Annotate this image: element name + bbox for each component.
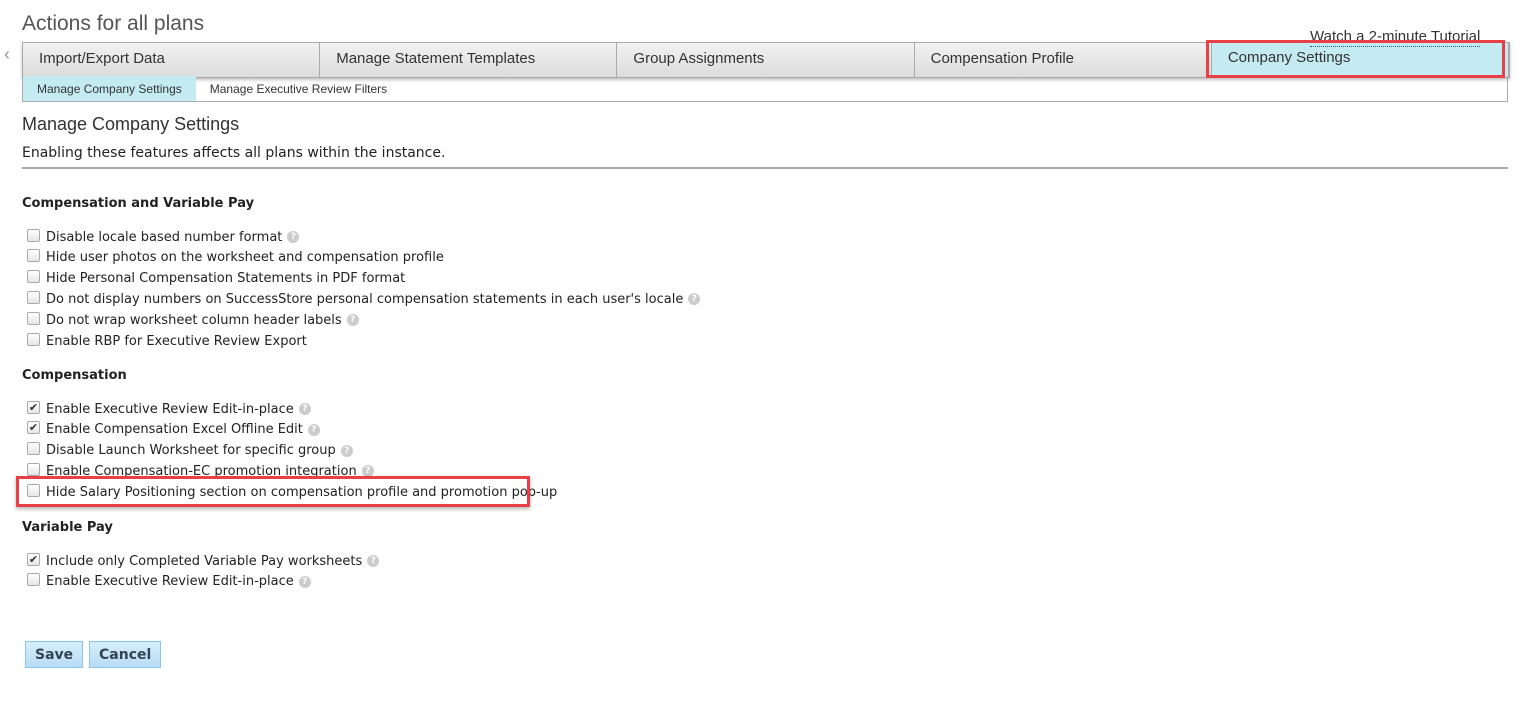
setting-label: Hide user photos on the worksheet and co… <box>46 250 444 266</box>
help-icon[interactable]: ? <box>298 403 311 415</box>
setting-label: Disable locale based number format <box>46 229 283 245</box>
setting-checkbox[interactable] <box>27 573 40 587</box>
setting-label: Include only Completed Variable Pay work… <box>46 553 363 569</box>
sub-tabs: Manage Company Settings Manage Executive… <box>22 76 1508 102</box>
setting-label: Do not display numbers on SuccessStore p… <box>46 291 684 307</box>
section-heading: Compensation and Variable Pay <box>22 196 255 211</box>
setting-label: Disable Launch Worksheet for specific gr… <box>46 443 336 459</box>
setting-row: Do not display numbers on SuccessStore p… <box>27 289 701 309</box>
tutorial-link[interactable]: Watch a 2-minute Tutorial <box>1310 28 1481 47</box>
setting-row: ✔ Enable Executive Review Edit-in-place? <box>27 399 311 419</box>
setting-checkbox[interactable] <box>27 311 40 325</box>
tab-statement-templates[interactable]: Manage Statement Templates <box>320 43 618 77</box>
checkmark-icon: ✔ <box>28 400 39 414</box>
checkmark-icon: ✔ <box>28 552 39 566</box>
setting-row: ✔ Include only Completed Variable Pay wor… <box>27 551 380 571</box>
setting-checkbox[interactable] <box>27 290 40 304</box>
help-icon[interactable]: ? <box>307 423 320 436</box>
setting-checkbox[interactable] <box>27 228 40 242</box>
checkmark-icon: ✔ <box>28 421 39 435</box>
setting-label: Do not wrap worksheet column header labe… <box>46 312 342 328</box>
setting-row: ✔ Enable Compensation Excel Offline Edit? <box>27 420 320 440</box>
help-icon[interactable]: ? <box>346 314 359 327</box>
subtab-manage-company-settings[interactable]: Manage Company Settings <box>23 76 196 101</box>
setting-row: Do not wrap worksheet column header labe… <box>27 310 359 330</box>
section-heading: Compensation <box>22 368 127 383</box>
help-icon[interactable]: ? <box>340 444 353 457</box>
page-title: Actions for all plans <box>22 12 205 35</box>
section-title: Manage Company Settings <box>22 114 240 134</box>
setting-row: Enable RBP for Executive Review Export <box>27 331 307 351</box>
tab-company-settings[interactable]: Company Settings <box>1211 43 1510 77</box>
setting-label: Hide Personal Compensation Statements in… <box>46 271 406 287</box>
setting-label: Enable Executive Review Edit-in-place <box>46 574 294 590</box>
help-icon[interactable]: ? <box>688 293 701 306</box>
tab-group-assignments[interactable]: Group Assignments <box>617 43 915 77</box>
help-icon[interactable]: ? <box>287 231 300 243</box>
divider <box>22 167 1508 169</box>
setting-checkbox[interactable] <box>27 249 40 263</box>
tab-compensation-profile[interactable]: Compensation Profile <box>915 43 1212 77</box>
subtab-executive-review-filters[interactable]: Manage Executive Review Filters <box>196 76 401 101</box>
tab-import-export[interactable]: Import/Export Data <box>23 43 321 77</box>
setting-checkbox[interactable] <box>27 462 40 476</box>
setting-checkbox[interactable] <box>27 332 40 346</box>
setting-row: Hide Personal Compensation Statements in… <box>27 269 405 289</box>
setting-row: Hide user photos on the worksheet and co… <box>27 248 444 268</box>
setting-row: Disable Launch Worksheet for specific gr… <box>27 441 353 461</box>
description: Enabling these features affects all plan… <box>22 145 446 161</box>
cancel-button[interactable]: Cancel <box>89 641 162 668</box>
setting-checkbox[interactable] <box>27 270 40 284</box>
save-button[interactable]: Save <box>25 641 84 668</box>
setting-row: Disable locale based number format? <box>27 227 300 247</box>
main-tabs: Import/Export Data Manage Statement Temp… <box>22 42 1510 78</box>
section-heading: Variable Pay <box>22 520 113 535</box>
setting-checkbox[interactable]: ✔ <box>27 400 40 414</box>
setting-checkbox[interactable] <box>27 442 40 456</box>
help-icon[interactable]: ? <box>298 575 311 588</box>
setting-checkbox[interactable]: ✔ <box>27 421 40 435</box>
setting-checkbox[interactable]: ✔ <box>27 552 40 566</box>
setting-label: Enable Executive Review Edit-in-place <box>46 401 294 417</box>
setting-label: Enable RBP for Executive Review Export <box>46 333 307 349</box>
chevron-left-icon[interactable]: ‹ <box>4 44 10 65</box>
setting-row: Enable Executive Review Edit-in-place? <box>27 572 311 592</box>
help-icon[interactable]: ? <box>367 555 380 567</box>
setting-label: Enable Compensation Excel Offline Edit <box>46 422 303 438</box>
highlight-box <box>16 476 530 507</box>
